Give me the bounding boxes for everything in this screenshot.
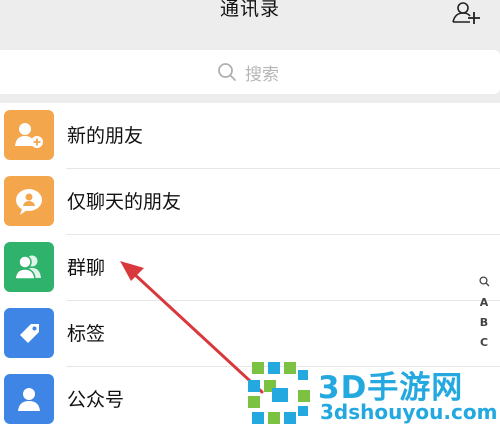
page-title: 通讯录: [219, 0, 280, 20]
list-item-label: 群聊: [67, 257, 106, 279]
add-contact-icon[interactable]: [452, 2, 482, 30]
search-placeholder: 搜索: [245, 64, 279, 85]
index-letter-a[interactable]: A: [474, 296, 494, 309]
watermark: 3D手游网 3dshouyou.com: [246, 358, 500, 431]
official-account-icon: [4, 374, 54, 424]
list-item-label: 新的朋友: [67, 125, 144, 147]
list-item-group-chats[interactable]: 群聊: [0, 235, 500, 301]
search-icon: [218, 63, 236, 81]
index-letter-c[interactable]: C: [474, 336, 494, 349]
list-item-label: 标签: [67, 323, 106, 345]
watermark-domain: 3dshouyou.com: [320, 400, 498, 424]
chat-only-friends-icon: [4, 176, 54, 226]
group-chat-icon: [4, 242, 54, 292]
search-area: 搜索: [0, 44, 500, 100]
list-item-chat-only-friends[interactable]: 仅聊天的朋友: [0, 169, 500, 235]
list-item-new-friends[interactable]: 新的朋友: [0, 103, 500, 169]
header: 通讯录: [0, 0, 500, 40]
list-item-label: 仅聊天的朋友: [67, 191, 182, 213]
index-search-icon[interactable]: [474, 276, 494, 290]
watermark-logo: [248, 362, 310, 424]
new-friend-icon: [4, 110, 54, 160]
index-letter-b[interactable]: B: [474, 316, 494, 329]
tag-icon: [4, 308, 54, 358]
list-item-label: 公众号: [67, 389, 125, 411]
search-input[interactable]: 搜索: [0, 50, 500, 94]
